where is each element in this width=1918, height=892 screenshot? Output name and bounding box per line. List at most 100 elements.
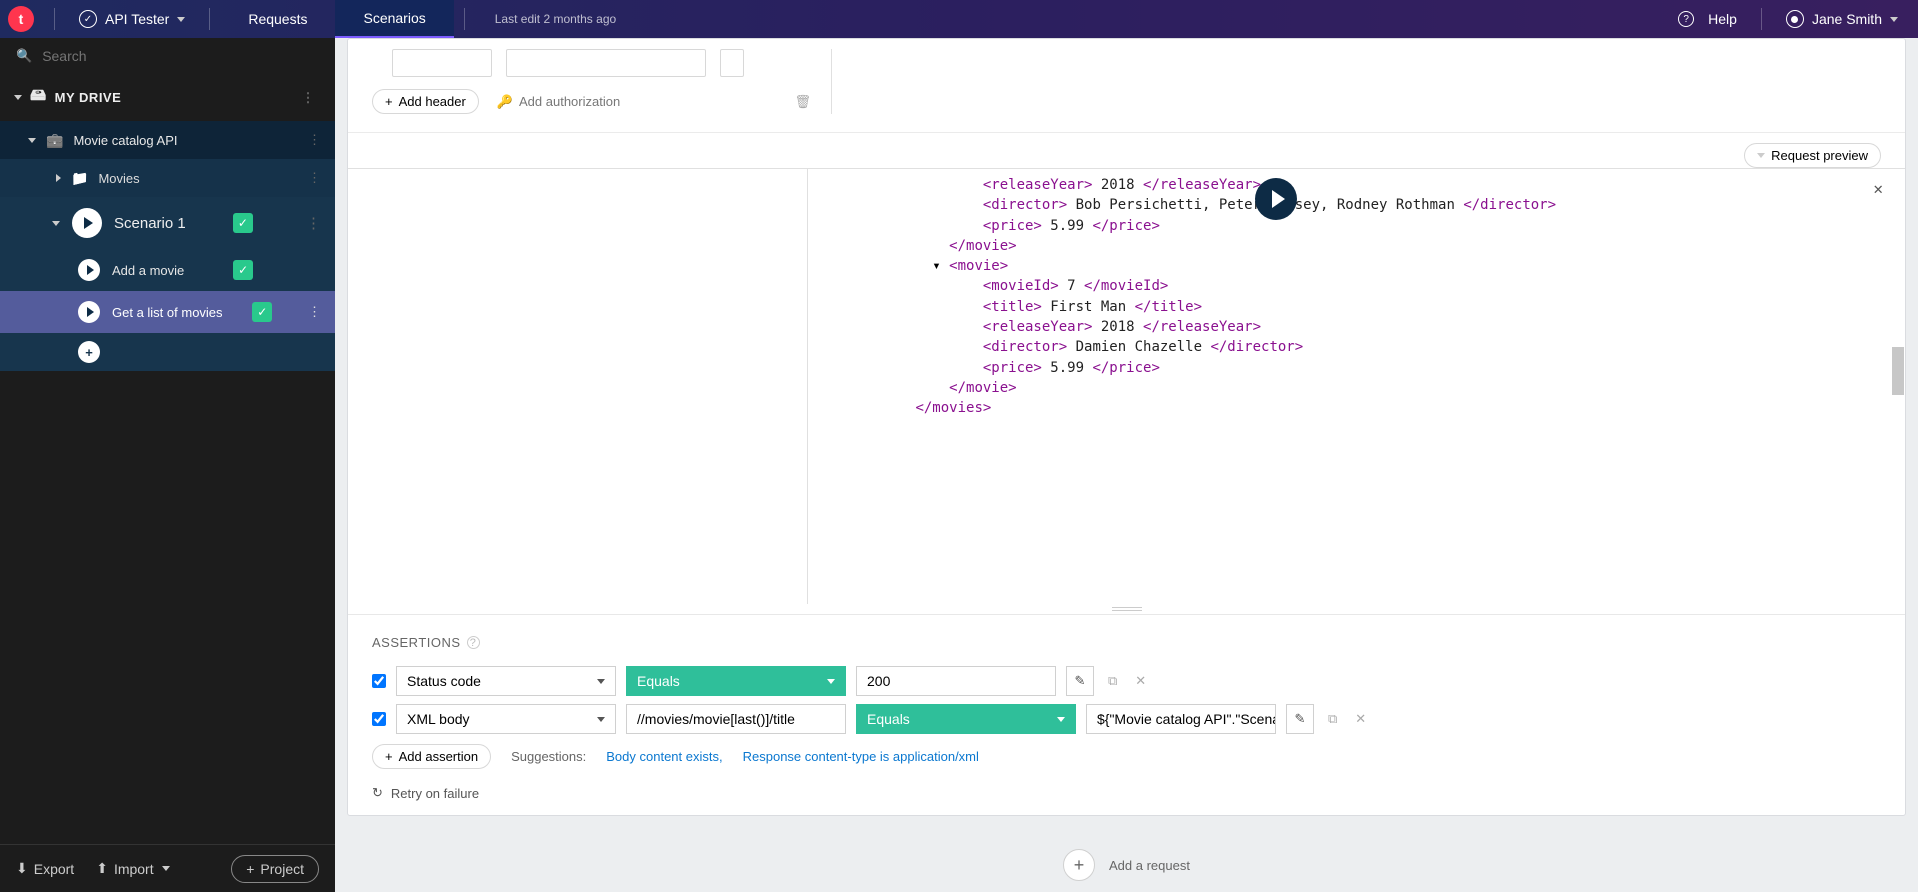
drive-label: MY DRIVE: [55, 90, 122, 105]
assertion-enabled-checkbox[interactable]: [372, 674, 386, 688]
header-extra[interactable]: [720, 49, 744, 77]
tree-step-get-list[interactable]: Get a list of movies ✓ ⋮: [0, 291, 335, 333]
scrollbar-thumb[interactable]: [1892, 347, 1904, 395]
magic-wand-button[interactable]: ✎: [1286, 704, 1314, 734]
delete-icon[interactable]: ✕: [1131, 673, 1150, 689]
assertion-source-select[interactable]: Status code: [396, 666, 616, 696]
checkmark-circle-icon: ✓: [79, 10, 97, 28]
tree-scenario[interactable]: Scenario 1 ✓ ⋮: [0, 197, 335, 249]
add-header-label: Add header: [399, 94, 466, 109]
magic-wand-button[interactable]: ✎: [1066, 666, 1094, 696]
assertion-enabled-checkbox[interactable]: [372, 712, 386, 726]
app-switcher[interactable]: ✓ API Tester: [65, 0, 199, 38]
drive-icon: [30, 84, 47, 111]
nav-requests[interactable]: Requests: [220, 0, 335, 38]
splitter[interactable]: [348, 604, 1905, 614]
plus-icon: +: [385, 749, 393, 764]
more-icon[interactable]: ⋮: [296, 90, 322, 106]
help-icon: ?: [1678, 11, 1694, 27]
sidebar: 🔍 MY DRIVE ⋮ Movie catalog API ⋮: [0, 38, 335, 892]
assertion-operator-select[interactable]: Equals: [856, 704, 1076, 734]
tree-folder[interactable]: Movies ⋮: [0, 159, 335, 197]
chevron-down-icon: [14, 95, 22, 100]
user-menu[interactable]: Jane Smith: [1786, 10, 1898, 28]
response-body[interactable]: ✕ <releaseYear> 2018 </releaseYear> <dir…: [808, 169, 1905, 604]
chevron-down-icon: [1890, 17, 1898, 22]
play-icon[interactable]: [72, 208, 102, 238]
assertion-row: Status code Equals 200 ✎ ⧉ ✕: [372, 666, 1881, 696]
more-icon[interactable]: ⋮: [302, 304, 327, 320]
more-icon[interactable]: ⋮: [300, 214, 327, 232]
help-icon[interactable]: ?: [467, 636, 480, 649]
add-assertion-button[interactable]: + Add assertion: [372, 744, 491, 769]
drive-header[interactable]: MY DRIVE ⋮: [0, 74, 335, 121]
chevron-down-icon: [1057, 717, 1065, 722]
trash-icon[interactable]: 🗑: [794, 94, 811, 110]
project-name: Movie catalog API: [73, 133, 177, 148]
assertion-source-select[interactable]: XML body: [396, 704, 616, 734]
add-header-button[interactable]: + Add header: [372, 89, 479, 114]
more-icon[interactable]: ⋮: [302, 132, 327, 148]
divider: [54, 8, 55, 30]
plus-icon: +: [78, 341, 100, 363]
add-authorization-button[interactable]: 🔑Add authorization: [497, 94, 620, 110]
more-icon[interactable]: ⋮: [302, 262, 327, 278]
chevron-down-icon: [52, 221, 60, 226]
chevron-down-icon: [597, 679, 605, 684]
assertion-operator-select[interactable]: Equals: [626, 666, 846, 696]
assertion-value-input[interactable]: ${"Movie catalog API"."Scena: [1086, 704, 1276, 734]
delete-icon[interactable]: ✕: [1351, 711, 1370, 727]
assertion-value-text: ${"Movie catalog API"."Scena: [1097, 711, 1276, 727]
chevron-down-icon: [28, 138, 36, 143]
import-button[interactable]: ⬆Import: [96, 860, 169, 877]
assertion-source-label: Status code: [407, 673, 481, 689]
chevron-down-icon: [597, 717, 605, 722]
response-left-panel: [348, 169, 808, 604]
success-badge-icon: ✓: [233, 213, 253, 233]
assertions-section: ASSERTIONS ? Status code Equals 200 ✎ ⧉ …: [348, 614, 1905, 815]
tree-project[interactable]: Movie catalog API ⋮: [0, 121, 335, 159]
request-preview-button[interactable]: Request preview: [1744, 143, 1881, 168]
retry-on-failure[interactable]: ↻ Retry on failure: [372, 785, 1881, 801]
retry-label: Retry on failure: [391, 786, 479, 801]
tree-add-step[interactable]: +: [0, 333, 335, 371]
export-button[interactable]: ⬇Export: [16, 860, 74, 877]
header-name-input[interactable]: [392, 49, 492, 77]
nav-scenarios[interactable]: Scenarios: [335, 0, 453, 38]
suggestion-link[interactable]: Body content exists,: [606, 749, 722, 764]
logo[interactable]: t: [8, 6, 34, 32]
assertion-path-text: //movies/movie[last()]/title: [637, 711, 795, 727]
user-avatar-icon: [1786, 10, 1804, 28]
copy-icon[interactable]: ⧉: [1324, 711, 1341, 727]
copy-icon[interactable]: ⧉: [1104, 673, 1121, 689]
search-input[interactable]: [42, 48, 319, 64]
scenario-name: Scenario 1: [114, 215, 186, 232]
step-label: Get a list of movies: [112, 305, 223, 320]
plus-icon: +: [385, 94, 393, 109]
add-assertion-label: Add assertion: [399, 749, 479, 764]
tree-step-add-movie[interactable]: Add a movie ✓ ⋮: [0, 249, 335, 291]
sidebar-footer: ⬇Export ⬆Import +Project: [0, 844, 335, 892]
assertion-value-input[interactable]: 200: [856, 666, 1056, 696]
success-badge-icon: ✓: [233, 260, 253, 280]
header-value-input[interactable]: [506, 49, 706, 77]
assertion-path-input[interactable]: //movies/movie[last()]/title: [626, 704, 846, 734]
play-icon[interactable]: [78, 259, 100, 281]
new-project-button[interactable]: +Project: [231, 855, 319, 883]
close-icon[interactable]: ✕: [1873, 177, 1883, 200]
main-panel: + Add header 🔑Add authorization 🗑 Request…: [335, 38, 1918, 892]
divider: [209, 8, 210, 30]
folder-name: Movies: [98, 171, 139, 186]
more-icon[interactable]: ⋮: [302, 170, 327, 186]
chevron-down-icon: [177, 17, 185, 22]
folder-icon: [71, 170, 88, 187]
nav-scenarios-label: Scenarios: [363, 10, 425, 26]
success-badge-icon: ✓: [252, 302, 272, 322]
suggestion-link[interactable]: Response content-type is application/xml: [743, 749, 979, 764]
run-button[interactable]: [1255, 178, 1297, 220]
play-icon[interactable]: [78, 301, 100, 323]
assertions-title-text: ASSERTIONS: [372, 635, 461, 650]
add-request-button[interactable]: +: [1063, 849, 1095, 881]
assertion-source-label: XML body: [407, 711, 470, 727]
help-link[interactable]: Help: [1708, 11, 1737, 27]
